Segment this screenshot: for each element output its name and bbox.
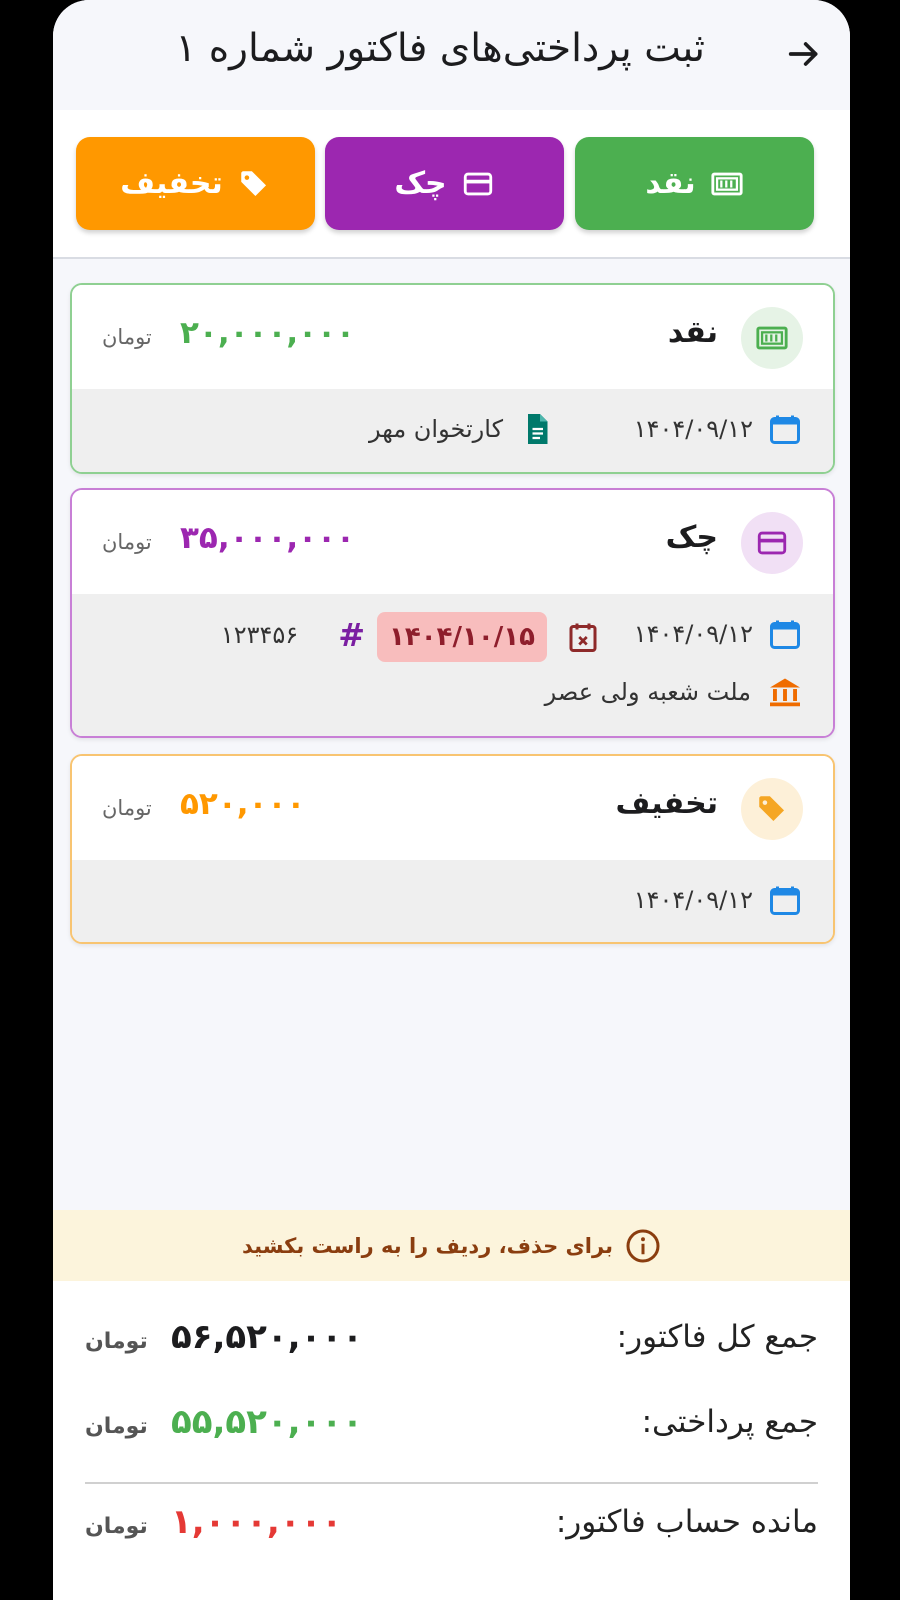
payment-type-label: تخفیف <box>615 786 718 821</box>
bank-text: ملت شعبه ولی عصر <box>544 678 751 706</box>
remaining-value: ۱,۰۰۰,۰۰۰ <box>171 1502 343 1542</box>
paid-value: ۵۵,۵۲۰,۰۰۰ <box>171 1402 363 1442</box>
payment-amount: ۳۵,۰۰۰,۰۰۰ <box>180 520 355 556</box>
currency-unit: تومان <box>102 530 152 554</box>
currency-unit: تومان <box>85 1514 148 1539</box>
payment-date: ۱۴۰۴/۰۹/۱۲ <box>634 882 803 918</box>
swipe-hint: برای حذف، ردیف را به راست بکشید <box>53 1210 850 1281</box>
back-button[interactable] <box>780 30 828 78</box>
calendar-icon <box>770 415 800 444</box>
cash-icon <box>711 172 743 195</box>
payment-date: ۱۴۰۴/۰۹/۱۲ <box>634 616 803 652</box>
tag-icon <box>240 170 266 196</box>
note-text: کارتخوان مهر <box>369 415 503 443</box>
payment-date: ۱۴۰۴/۰۹/۱۲ <box>634 411 803 447</box>
date-text: ۱۴۰۴/۰۹/۱۲ <box>633 886 753 914</box>
page-title: ثبت پرداختی‌های فاکتور شماره ۱ <box>175 26 705 71</box>
add-discount-button[interactable]: تخفیف <box>76 137 315 230</box>
total-value: ۵۶,۵۲۰,۰۰۰ <box>171 1317 363 1357</box>
add-check-label: چک <box>394 166 447 201</box>
arrow-back-icon <box>788 42 818 66</box>
payment-amount: ۵۲۰,۰۰۰ <box>180 786 306 822</box>
cash-type-icon <box>741 307 803 369</box>
payment-type-toolbar: نقد چک تخفیف <box>53 110 850 259</box>
app-screen: ثبت پرداختی‌های فاکتور شماره ۱ نقد چک تخ… <box>53 0 850 1600</box>
bank-info: ملت شعبه ولی عصر <box>545 674 803 710</box>
payment-note: کارتخوان مهر <box>369 411 555 447</box>
card-header: تخفیف ۵۲۰,۰۰۰ تومان <box>72 756 833 860</box>
date-text: ۱۴۰۴/۰۹/۱۲ <box>633 620 753 648</box>
check-type-icon <box>741 512 803 574</box>
currency-unit: تومان <box>85 1329 148 1354</box>
card-header: نقد ۲۰,۰۰۰,۰۰۰ تومان <box>72 285 833 389</box>
payment-type-label: نقد <box>667 315 718 350</box>
check-number: # ۱۲۳۴۵۶ <box>221 616 365 654</box>
payment-amount: ۲۰,۰۰۰,۰۰۰ <box>180 315 355 351</box>
payment-card-check[interactable]: چک ۳۵,۰۰۰,۰۰۰ تومان ۱۴۰۴/۰۹/۱۲ ۱۴۰۴/۱۰/۱… <box>70 488 835 738</box>
date-text: ۱۴۰۴/۰۹/۱۲ <box>633 415 753 443</box>
add-cash-label: نقد <box>645 166 696 201</box>
payment-card-discount[interactable]: تخفیف ۵۲۰,۰۰۰ تومان ۱۴۰۴/۰۹/۱۲ <box>70 754 835 944</box>
add-cash-button[interactable]: نقد <box>575 137 814 230</box>
bank-icon <box>770 678 800 707</box>
payment-card-cash[interactable]: نقد ۲۰,۰۰۰,۰۰۰ تومان ۱۴۰۴/۰۹/۱۲ کارتخوان… <box>70 283 835 474</box>
card-details: ۱۴۰۴/۰۹/۱۲ <box>72 860 833 942</box>
discount-type-icon <box>741 778 803 840</box>
document-icon <box>528 414 548 444</box>
info-icon <box>626 1229 660 1262</box>
tag-icon <box>759 796 785 822</box>
total-label: جمع کل فاکتور: <box>616 1319 818 1355</box>
calendar-icon <box>770 886 800 915</box>
check-number-text: ۱۲۳۴۵۶ <box>220 621 299 649</box>
currency-unit: تومان <box>102 325 152 349</box>
card-header: چک ۳۵,۰۰۰,۰۰۰ تومان <box>72 490 833 594</box>
credit-card-icon <box>463 172 492 195</box>
card-details: ۱۴۰۴/۰۹/۱۲ ۱۴۰۴/۱۰/۱۵ # ۱۲۳۴۵۶ ملت شعبه … <box>72 594 833 736</box>
payment-type-label: چک <box>665 520 718 555</box>
summary-divider <box>85 1482 818 1484</box>
currency-unit: تومان <box>85 1414 148 1439</box>
cash-icon <box>756 326 788 350</box>
remaining-label: مانده حساب فاکتور: <box>555 1504 818 1540</box>
currency-unit: تومان <box>102 796 152 820</box>
add-check-button[interactable]: چک <box>325 137 564 230</box>
hint-text: برای حذف، ردیف را به راست بکشید <box>242 1233 613 1258</box>
invoice-summary: جمع کل فاکتور: ۵۶,۵۲۰,۰۰۰ تومان جمع پردا… <box>53 1281 850 1600</box>
paid-label: جمع پرداختی: <box>641 1404 818 1440</box>
app-header: ثبت پرداختی‌های فاکتور شماره ۱ <box>53 0 850 110</box>
summary-remaining-row: مانده حساب فاکتور: ۱,۰۰۰,۰۰۰ تومان <box>85 1496 818 1556</box>
hash-icon: # <box>338 616 365 654</box>
card-details: ۱۴۰۴/۰۹/۱۲ کارتخوان مهر <box>72 389 833 472</box>
calendar-cancel-icon <box>569 623 597 652</box>
summary-total-row: جمع کل فاکتور: ۵۶,۵۲۰,۰۰۰ تومان <box>85 1311 818 1371</box>
calendar-icon <box>770 620 800 649</box>
summary-paid-row: جمع پرداختی: ۵۵,۵۲۰,۰۰۰ تومان <box>85 1396 818 1456</box>
due-date: ۱۴۰۴/۱۰/۱۵ <box>377 612 601 662</box>
add-discount-label: تخفیف <box>120 166 223 201</box>
due-date-badge: ۱۴۰۴/۱۰/۱۵ <box>377 612 547 662</box>
credit-card-icon <box>757 531 787 555</box>
